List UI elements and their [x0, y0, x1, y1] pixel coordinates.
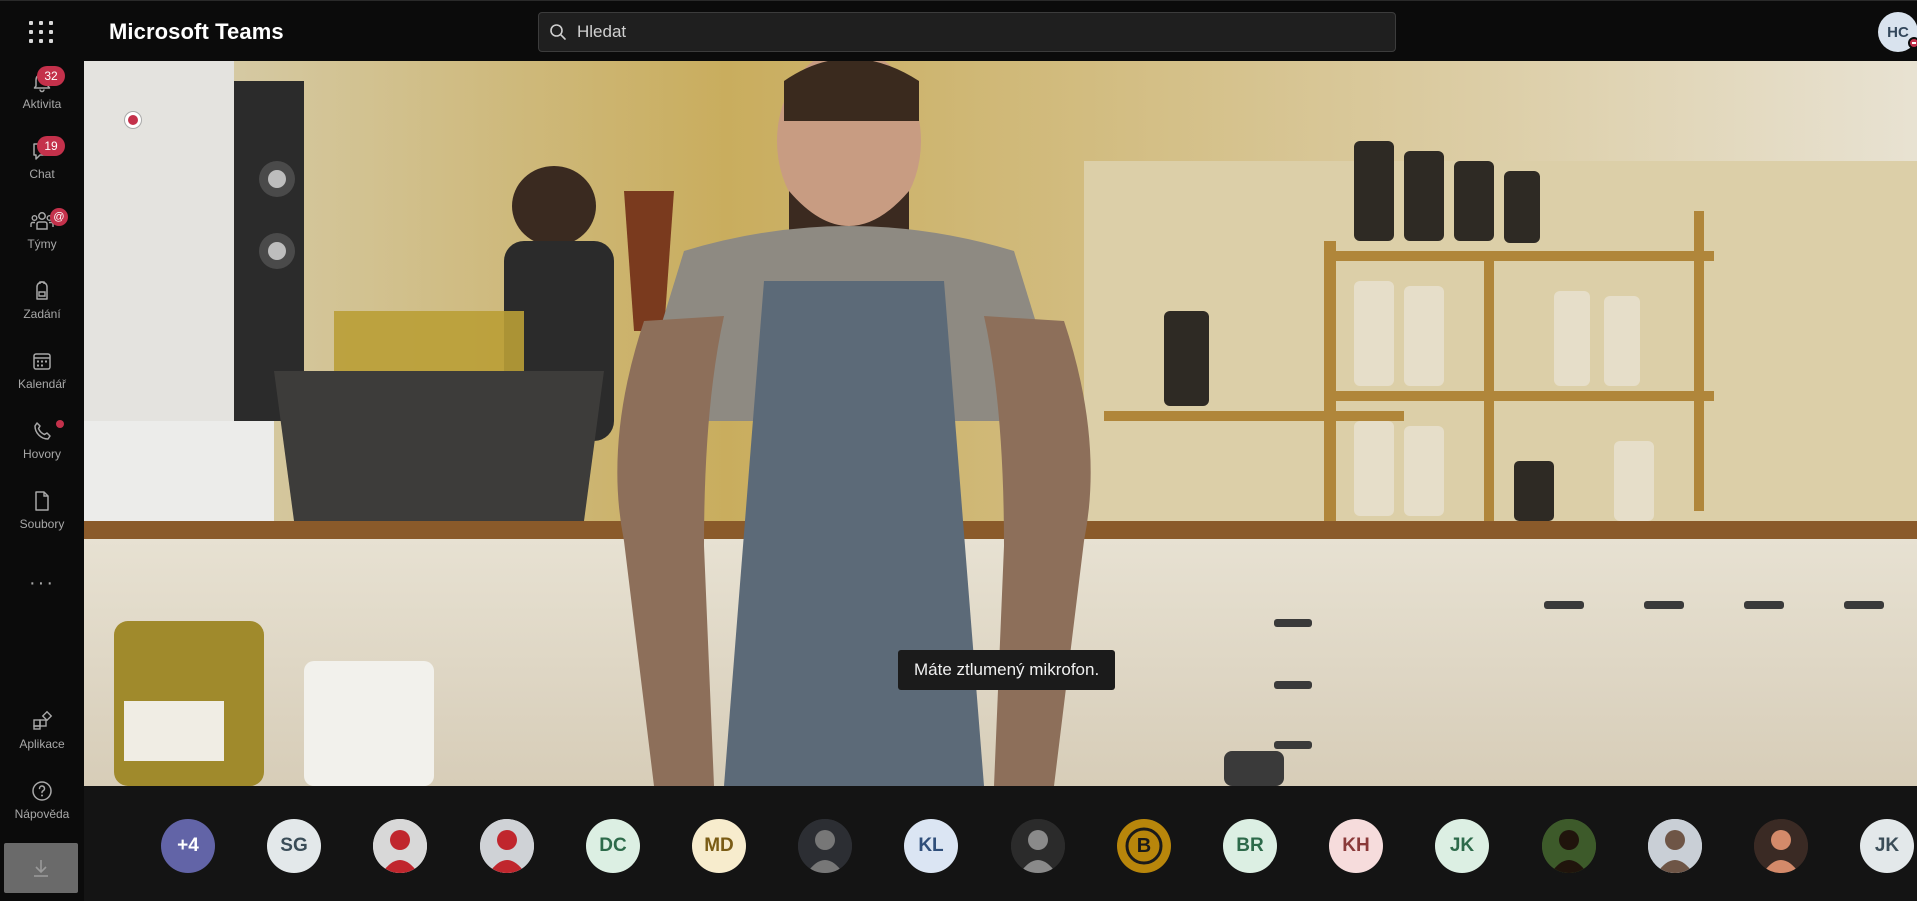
backpack-icon	[36, 281, 48, 300]
recording-indicator-icon	[124, 111, 142, 129]
participant-avatar[interactable]: MD	[692, 819, 746, 873]
rail-item-help[interactable]: Nápověda	[0, 771, 84, 835]
download-button[interactable]	[4, 843, 78, 893]
participant-strip: +4 SG DC MD KL B BR KH JK JK	[84, 786, 1917, 901]
participant-avatar-photo[interactable]	[1648, 819, 1702, 873]
rail-item-assignments[interactable]: Zadání	[0, 271, 84, 335]
rail-label-chat: Chat	[29, 167, 55, 181]
download-icon	[34, 860, 48, 877]
participant-avatar-photo[interactable]	[798, 819, 852, 873]
rail-item-activity[interactable]: Aktivita 32	[0, 61, 84, 125]
person-photo-icon	[1754, 819, 1808, 873]
rail-item-calendar[interactable]: Kalendář	[0, 341, 84, 405]
muted-notification: Máte ztlumený mikrofon.	[898, 650, 1116, 690]
participant-avatar[interactable]: BR	[1223, 819, 1277, 873]
participant-avatar[interactable]: JK	[1860, 819, 1914, 873]
app-title: Microsoft Teams	[109, 19, 284, 44]
rail-label-calls: Hovory	[22, 447, 61, 461]
rail-label-assignments: Zadání	[23, 307, 61, 321]
top-bar: Microsoft Teams Hledat HC	[0, 0, 1917, 61]
video-stage[interactable]: Máte ztlumený mikrofon.	[84, 61, 1917, 786]
person-photo-icon	[373, 819, 427, 873]
participant-logo-letter: B	[1136, 834, 1152, 857]
participant-avatar-logo[interactable]: B	[1117, 819, 1171, 873]
participant-avatar-photo[interactable]	[1011, 819, 1065, 873]
rail-label-activity: Aktivita	[22, 97, 62, 111]
user-initials: HC	[1887, 23, 1909, 41]
participant-avatar-photo[interactable]	[480, 819, 534, 873]
rail-label-help: Nápověda	[14, 807, 70, 821]
rail-label-teams: Týmy	[27, 237, 57, 251]
rail-label-files: Soubory	[19, 517, 65, 531]
teams-mention-badge: @	[50, 208, 68, 226]
search-box[interactable]: Hledat	[538, 12, 1396, 52]
phone-icon	[34, 422, 51, 440]
more-participants-button[interactable]: +4	[161, 819, 215, 873]
person-photo-icon	[480, 819, 534, 873]
rail-item-apps[interactable]: Aplikace	[0, 701, 84, 765]
rail-item-calls[interactable]: Hovory	[0, 411, 84, 475]
activity-badge: 32	[37, 66, 65, 86]
presence-busy-icon	[1908, 37, 1917, 49]
participant-avatar[interactable]: JK	[1435, 819, 1489, 873]
rail-item-teams[interactable]: Týmy @	[0, 201, 84, 265]
app-rail: Aktivita 32 Chat 19 Týmy @ Zadání Kalend…	[0, 61, 84, 901]
person-photo-icon	[1011, 819, 1065, 873]
help-icon	[32, 781, 52, 801]
participant-avatar[interactable]: SG	[267, 819, 321, 873]
participant-avatar-photo[interactable]	[373, 819, 427, 873]
participant-avatar[interactable]: KH	[1329, 819, 1383, 873]
calendar-icon	[33, 353, 51, 370]
person-photo-icon	[1542, 819, 1596, 873]
person-photo-icon	[1648, 819, 1702, 873]
search-input[interactable]: Hledat	[577, 22, 626, 42]
search-icon	[550, 24, 566, 40]
more-apps-button[interactable]: ···	[0, 572, 84, 595]
participant-avatar[interactable]: DC	[586, 819, 640, 873]
rail-label-calendar: Kalendář	[17, 377, 67, 391]
user-avatar[interactable]: HC	[1878, 12, 1917, 52]
participant-avatar-photo[interactable]	[1754, 819, 1808, 873]
rail-item-files[interactable]: Soubory	[0, 481, 84, 545]
rail-item-chat[interactable]: Chat 19	[0, 131, 84, 195]
chat-badge: 19	[37, 136, 65, 156]
person-photo-icon	[798, 819, 852, 873]
rail-label-apps: Aplikace	[19, 737, 65, 751]
app-launcher-icon[interactable]	[24, 17, 56, 45]
calls-notification-dot	[56, 420, 64, 428]
participant-avatar-photo[interactable]	[1542, 819, 1596, 873]
participant-avatar[interactable]: KL	[904, 819, 958, 873]
apps-icon	[33, 710, 53, 730]
file-icon	[35, 491, 49, 511]
